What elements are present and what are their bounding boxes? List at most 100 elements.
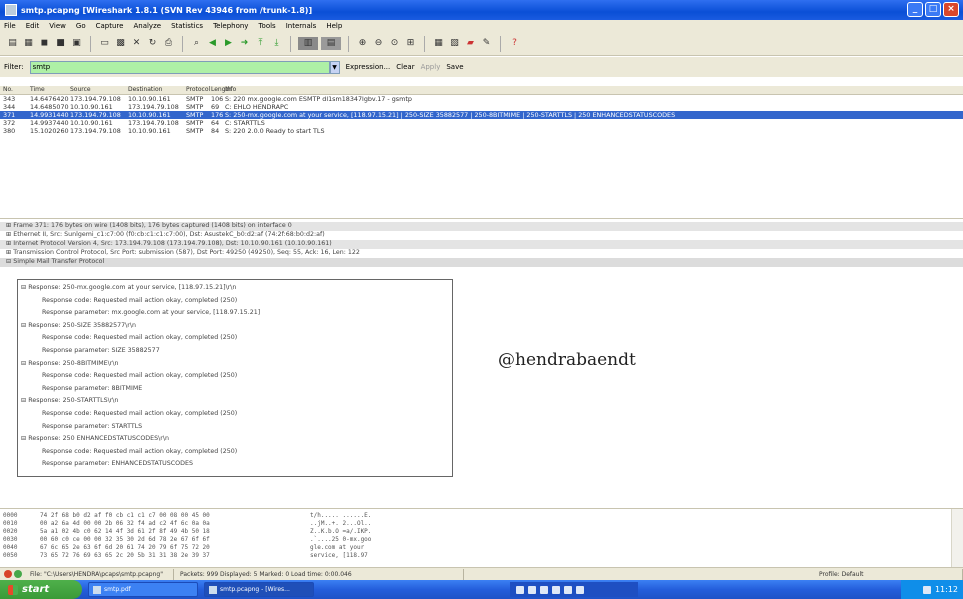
apply-button[interactable]: Apply — [421, 63, 441, 71]
hex-offset: 0020 — [3, 528, 18, 535]
auto-scroll-icon[interactable]: ▤ — [321, 37, 341, 50]
status-profile[interactable]: Profile: Default — [813, 568, 963, 580]
close-file-icon[interactable]: ✕ — [130, 37, 143, 50]
tree-item[interactable]: ⊟ Simple Mail Transfer Protocol — [0, 258, 963, 267]
clear-button[interactable]: Clear — [396, 63, 414, 71]
column-header-protocol[interactable]: Protocol — [186, 86, 211, 94]
menu-file[interactable]: File — [4, 22, 16, 30]
taskbar-item-pdf[interactable]: smtp.pdf — [88, 582, 198, 597]
save-filter-button[interactable]: Save — [446, 63, 463, 71]
hex-row[interactable]: 0040 67 6c 65 2e 63 6f 6d 20 61 74 20 79 … — [0, 544, 963, 552]
hex-row[interactable]: 0030 00 60 c0 ce 00 00 32 35 30 2d 6d 78 … — [0, 536, 963, 544]
preferences-icon[interactable]: ✎ — [480, 37, 493, 50]
taskbar-item-wireshark[interactable]: smtp.pcapng - [Wires... — [204, 582, 314, 597]
capture-comments-icon[interactable] — [14, 570, 22, 578]
keyboard-icon[interactable] — [576, 585, 584, 594]
hex-offset: 0050 — [3, 552, 18, 559]
tree-item[interactable]: ⊞ Frame 371: 176 bytes on wire (1408 bit… — [0, 222, 963, 231]
response-item[interactable]: ⊟ Response: 250-8BITMIME\r\n — [18, 358, 452, 371]
menu-statistics[interactable]: Statistics — [171, 22, 203, 30]
update-icon[interactable] — [552, 585, 560, 594]
bytes-scrollbar[interactable] — [951, 509, 963, 567]
security-icon[interactable] — [540, 585, 548, 594]
pdf-app-icon — [93, 585, 101, 594]
zoom-out-icon[interactable]: ⊖ — [372, 37, 385, 50]
column-header-source[interactable]: Source — [70, 86, 128, 94]
go-back-icon[interactable]: ◀ — [206, 37, 219, 50]
menu-capture[interactable]: Capture — [96, 22, 124, 30]
menu-edit[interactable]: Edit — [26, 22, 40, 30]
expression-button[interactable]: Expression... — [346, 63, 391, 71]
capture-filters-icon[interactable]: ▦ — [432, 37, 445, 50]
response-item[interactable]: ⊟ Response: 250 ENHANCEDSTATUSCODES\r\n — [18, 433, 452, 446]
tree-item[interactable]: ⊞ Ethernet II, Src: Sunlgemi_c1:c7:00 (f… — [0, 231, 963, 240]
menu-tools[interactable]: Tools — [258, 22, 275, 30]
packet-bytes-pane[interactable]: 0000 74 2f 68 b0 d2 af f0 cb c1 c1 c7 00 … — [0, 508, 963, 567]
go-forward-icon[interactable]: ▶ — [222, 37, 235, 50]
packet-row[interactable]: 372 14.9937440 10.10.90.161 173.194.79.108 S… — [0, 119, 963, 127]
menu-telephony[interactable]: Telephony — [213, 22, 248, 30]
go-to-packet-icon[interactable]: ➜ — [238, 37, 251, 50]
filter-dropdown-icon[interactable]: ▼ — [329, 60, 340, 74]
first-packet-icon[interactable]: ⤒ — [254, 37, 267, 50]
packet-list-pane[interactable]: No. Time Source Destination Protocol Len… — [0, 86, 963, 216]
packet-source: 10.10.90.161 — [70, 119, 113, 127]
response-item[interactable]: ⊟ Response: 250-mx.google.com at your se… — [18, 282, 452, 295]
column-header-length[interactable]: Length — [211, 86, 232, 94]
column-header-destination[interactable]: Destination — [128, 86, 186, 94]
menu-go[interactable]: Go — [76, 22, 86, 30]
minimize-button[interactable]: _ — [907, 2, 923, 17]
hex-row[interactable]: 0000 74 2f 68 b0 d2 af f0 cb c1 c1 c7 00 … — [0, 512, 963, 520]
hex-row[interactable]: 0010 00 a2 6a 4d 00 00 2b 06 32 f4 ad c2 … — [0, 520, 963, 528]
interfaces-icon[interactable]: ▤ — [6, 37, 19, 50]
packet-row[interactable]: 371 14.9931440 173.194.79.108 10.10.90.161 S… — [0, 111, 963, 119]
start-capture-icon[interactable]: ◼ — [38, 37, 51, 50]
menu-help[interactable]: Help — [326, 22, 342, 30]
clock: 11:12 — [934, 585, 958, 594]
colorize-icon[interactable]: ▥ — [298, 37, 318, 50]
display-filters-icon[interactable]: ▧ — [448, 37, 461, 50]
wireshark-app-icon — [209, 585, 217, 594]
speaker-icon[interactable] — [528, 585, 536, 594]
resize-columns-icon[interactable]: ⊞ — [404, 37, 417, 50]
close-button[interactable]: × — [943, 2, 959, 17]
reload-icon[interactable]: ↻ — [146, 37, 159, 50]
packet-details-pane[interactable]: ⊞ Frame 371: 176 bytes on wire (1408 bit… — [0, 218, 963, 480]
tree-item[interactable]: ⊞ Transmission Control Protocol, Src Por… — [0, 249, 963, 258]
column-header-info[interactable]: Info — [225, 86, 963, 94]
zoom-in-icon[interactable]: ⊕ — [356, 37, 369, 50]
taskbar-item-label: smtp.pdf — [104, 586, 131, 593]
packet-row[interactable]: 344 14.6485070 10.10.90.161 173.194.79.108 S… — [0, 103, 963, 111]
display-filter-input[interactable] — [29, 60, 330, 74]
column-header-time[interactable]: Time — [30, 86, 70, 94]
packet-time: 14.9931440 — [30, 111, 69, 119]
packet-row[interactable]: 380 15.1020260 173.194.79.108 10.10.90.161 S… — [0, 127, 963, 135]
network-icon[interactable] — [516, 585, 524, 594]
maximize-button[interactable]: □ — [925, 2, 941, 17]
print-icon[interactable]: ⎙ — [162, 37, 175, 50]
packet-row[interactable]: 343 14.6476420 173.194.79.108 10.10.90.161 S… — [0, 95, 963, 103]
open-file-icon[interactable]: ▭ — [98, 37, 111, 50]
tree-item[interactable]: ⊞ Internet Protocol Version 4, Src: 173.… — [0, 240, 963, 249]
coloring-rules-icon[interactable]: ▰ — [464, 37, 477, 50]
response-item[interactable]: ⊟ Response: 250-STARTTLS\r\n — [18, 395, 452, 408]
options-icon[interactable]: ▦ — [22, 37, 35, 50]
response-item[interactable]: ⊟ Response: 250-SIZE 35882577\r\n — [18, 320, 452, 333]
stop-capture-icon[interactable]: ■ — [54, 37, 67, 50]
zoom-normal-icon[interactable]: ⊙ — [388, 37, 401, 50]
menu-internals[interactable]: Internals — [286, 22, 317, 30]
hex-row[interactable]: 0020 5a a1 02 4b c0 62 14 4f 3d 61 2f 8f … — [0, 528, 963, 536]
hex-row[interactable]: 0050 73 65 72 76 69 63 65 2c 20 5b 31 31 … — [0, 552, 963, 560]
battery-icon[interactable] — [564, 585, 572, 594]
start-button[interactable]: start — [0, 580, 82, 599]
expert-info-icon[interactable] — [4, 570, 12, 578]
restart-capture-icon[interactable]: ▣ — [70, 37, 83, 50]
save-file-icon[interactable]: ▩ — [114, 37, 127, 50]
find-packet-icon[interactable]: ⌕ — [190, 37, 203, 50]
help-icon[interactable]: ? — [508, 37, 521, 50]
last-packet-icon[interactable]: ⤓ — [270, 37, 283, 50]
menu-view[interactable]: View — [49, 22, 66, 30]
column-header-no[interactable]: No. — [0, 86, 30, 94]
menu-analyze[interactable]: Analyze — [133, 22, 161, 30]
volume-icon[interactable] — [922, 585, 931, 594]
